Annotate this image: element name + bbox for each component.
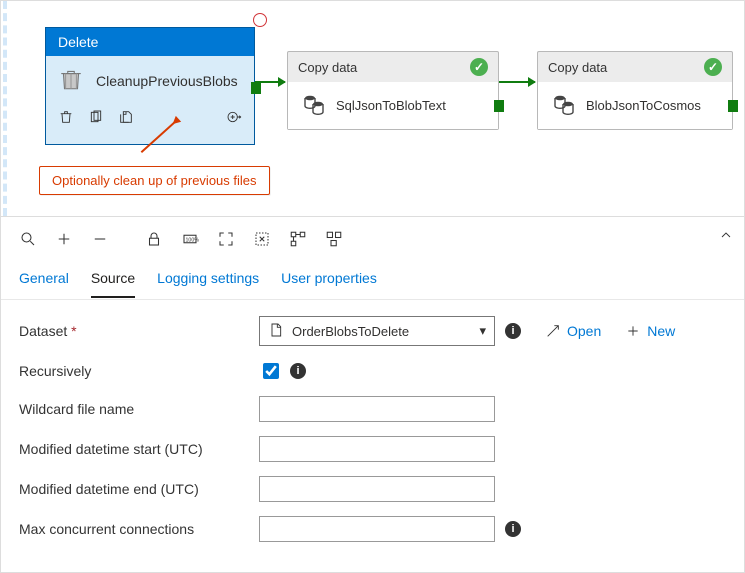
success-output-port[interactable] bbox=[251, 82, 261, 94]
zoom-100-icon[interactable]: 100% bbox=[175, 224, 205, 254]
recursively-label: Recursively bbox=[19, 363, 259, 379]
connector-success bbox=[499, 81, 535, 83]
zoom-in-icon[interactable] bbox=[49, 224, 79, 254]
source-form: Dataset * OrderBlobsToDelete ▾ i Open Ne… bbox=[1, 300, 744, 572]
clone-settings-icon[interactable] bbox=[88, 109, 104, 128]
tab-user-properties[interactable]: User properties bbox=[281, 270, 377, 296]
info-icon[interactable]: i bbox=[505, 521, 521, 537]
info-icon[interactable]: i bbox=[505, 323, 521, 339]
copy-data-icon bbox=[552, 92, 576, 119]
activity-copy-2[interactable]: Copy data ✓ BlobJsonToCosmos bbox=[537, 51, 733, 130]
activity-copy-1[interactable]: Copy data ✓ SqlJsonToBlobText bbox=[287, 51, 499, 130]
caret-down-icon: ▾ bbox=[479, 323, 486, 339]
zoom-out-icon[interactable] bbox=[85, 224, 115, 254]
mod-start-input[interactable] bbox=[259, 436, 495, 462]
mod-end-label: Modified datetime end (UTC) bbox=[19, 481, 259, 497]
info-icon[interactable]: i bbox=[290, 363, 306, 379]
dataset-label: Dataset * bbox=[19, 323, 259, 339]
tab-source[interactable]: Source bbox=[91, 270, 135, 298]
tab-general[interactable]: General bbox=[19, 270, 69, 296]
connector-success bbox=[255, 81, 285, 83]
activity-type-label: Copy data bbox=[548, 60, 607, 75]
activity-delete[interactable]: Delete CleanupPreviousBlobs bbox=[45, 27, 255, 145]
add-output-icon[interactable] bbox=[226, 109, 242, 128]
search-icon[interactable] bbox=[13, 224, 43, 254]
svg-text:100%: 100% bbox=[186, 237, 200, 243]
canvas-toolbar: 100% bbox=[1, 216, 744, 260]
wildcard-input[interactable] bbox=[259, 396, 495, 422]
fit-screen-icon[interactable] bbox=[211, 224, 241, 254]
mod-start-label: Modified datetime start (UTC) bbox=[19, 441, 259, 457]
activity-type-label: Copy data bbox=[298, 60, 357, 75]
trash-icon bbox=[58, 66, 84, 95]
chevron-up-icon[interactable] bbox=[718, 227, 734, 246]
dataset-dropdown[interactable]: OrderBlobsToDelete ▾ bbox=[259, 316, 495, 346]
tab-logging[interactable]: Logging settings bbox=[157, 270, 259, 296]
delete-action-icon[interactable] bbox=[58, 109, 74, 128]
activity-name: SqlJsonToBlobText bbox=[336, 98, 446, 113]
copy-data-icon bbox=[302, 92, 326, 119]
mod-end-input[interactable] bbox=[259, 476, 495, 502]
validation-ok-icon: ✓ bbox=[470, 58, 488, 76]
annotation-text: Optionally clean up of previous files bbox=[39, 166, 270, 195]
max-conn-input[interactable] bbox=[259, 516, 495, 542]
max-conn-label: Max concurrent connections bbox=[19, 521, 259, 537]
pipeline-canvas[interactable]: Delete CleanupPreviousBlobs Copy data ✓ bbox=[3, 1, 744, 216]
auto-align-icon[interactable] bbox=[283, 224, 313, 254]
hierarchy-icon[interactable] bbox=[319, 224, 349, 254]
lock-icon[interactable] bbox=[139, 224, 169, 254]
success-output-port[interactable] bbox=[728, 100, 738, 112]
activity-name: CleanupPreviousBlobs bbox=[96, 73, 238, 89]
activity-type-label: Delete bbox=[46, 28, 254, 56]
activity-name: BlobJsonToCosmos bbox=[586, 98, 701, 113]
validation-ok-icon: ✓ bbox=[704, 58, 722, 76]
error-port-indicator bbox=[253, 13, 267, 27]
success-output-port[interactable] bbox=[494, 100, 504, 112]
copy-icon[interactable] bbox=[118, 109, 134, 128]
open-dataset-button[interactable]: Open bbox=[545, 323, 601, 339]
wildcard-label: Wildcard file name bbox=[19, 401, 259, 417]
fullscreen-icon[interactable] bbox=[247, 224, 277, 254]
dataset-value: OrderBlobsToDelete bbox=[292, 324, 409, 339]
new-dataset-button[interactable]: New bbox=[625, 323, 675, 339]
file-icon bbox=[268, 322, 284, 341]
properties-tabs: General Source Logging settings User pro… bbox=[1, 260, 744, 300]
recursively-checkbox[interactable] bbox=[263, 363, 279, 379]
